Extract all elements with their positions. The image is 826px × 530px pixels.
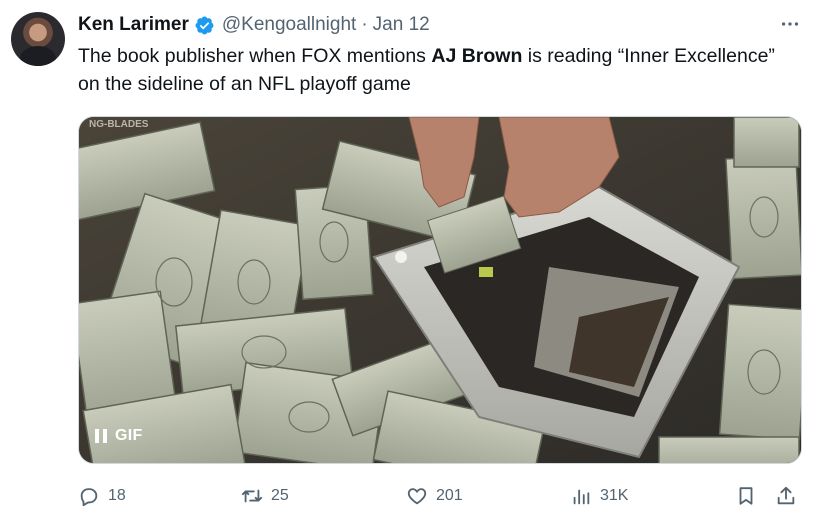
reply-icon — [80, 488, 98, 507]
tweet-text-start: The book publisher when FOX mentions — [78, 45, 432, 67]
tweet-text: The book publisher when FOX mentions AJ … — [78, 42, 778, 98]
pause-icon[interactable] — [95, 429, 107, 443]
like-button[interactable]: 201 — [406, 482, 463, 510]
gif-badge: GIF — [115, 427, 143, 444]
views-button[interactable]: 31K — [570, 482, 628, 510]
tweet-text-bold: AJ Brown — [431, 45, 523, 67]
author-name[interactable]: Ken Larimer — [78, 14, 189, 36]
like-count: 201 — [436, 487, 463, 504]
separator-dot: · — [361, 14, 368, 35]
tweet: Ken Larimer @Kengoallnight · Jan 12 The … — [0, 0, 826, 530]
tweet-header: Ken Larimer @Kengoallnight · Jan 12 — [78, 12, 430, 38]
share-button[interactable] — [775, 482, 797, 510]
tweet-date[interactable]: Jan 12 — [373, 14, 430, 36]
share-icon — [777, 486, 795, 505]
views-count: 31K — [600, 487, 629, 504]
repost-button[interactable]: 25 — [241, 482, 289, 510]
avatar[interactable] — [11, 12, 65, 66]
bookmark-icon — [739, 487, 753, 505]
reply-button[interactable]: 18 — [78, 482, 126, 510]
author-handle[interactable]: @Kengoallnight — [222, 14, 356, 36]
more-icon[interactable] — [778, 14, 802, 34]
bookmark-button[interactable] — [735, 482, 757, 510]
views-icon — [573, 489, 590, 505]
reply-count: 18 — [108, 487, 126, 504]
action-bar: 18 25 201 31K — [78, 482, 808, 510]
gif-control[interactable]: GIF — [95, 427, 143, 445]
heart-icon — [407, 488, 427, 505]
media-watermark: NG-BLADES — [89, 119, 149, 130]
verified-badge-icon[interactable] — [194, 15, 215, 36]
gif-media[interactable]: NG-BLADES GIF — [78, 116, 802, 464]
repost-icon — [241, 489, 263, 503]
money-counting-image: NG-BLADES — [79, 117, 801, 463]
repost-count: 25 — [271, 487, 289, 504]
